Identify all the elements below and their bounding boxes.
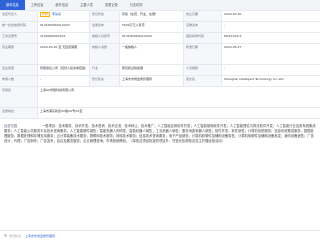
value-legal-rep: 存续 李某某 [38,11,90,21]
value-insured: - [38,76,90,86]
tab-members[interactable]: 主要人员 [74,0,99,10]
table-row: 法定代表人 存续 李某某 登记状态 存续（在营、开业、在册） 成立日期 2020-… [0,11,320,22]
table-row: 注册地址 上海市浦东新区XX路XX号XX室 [0,108,320,119]
footer-row: 登记机关 上海市市场监督管理局 [0,230,320,240]
value-industry: 研究和试验发展 [120,65,184,75]
label-insured: 参保人数 [0,76,38,86]
tab-business[interactable]: 工商信息 [25,0,50,10]
label-paid-capital: 实缴资本 [184,22,222,32]
value-tax-id: 91310000MA1XXXX [120,33,184,43]
value-business-scope: 一般项目：技术服务、技术开发、技术咨询、技术交流、技术转让、技术推广；人工智能应… [4,124,316,143]
value-credit-code: 91310000MA1XXXX [38,22,90,32]
value-english-name: Shanghai Intelligent Technology Co.,Ltd. [224,77,285,81]
label-legal-rep: 法定代表人 [0,11,38,21]
value-found-date: 2020-03-20 [224,12,242,16]
label-former-name: 曾用名 [0,87,38,107]
tab-shareholders[interactable]: 股东信息 [50,0,75,10]
info-grid: 法定代表人 存续 李某某 登记状态 存续（在营、开业、在册） 成立日期 2020-… [0,10,320,119]
label-term: 营业期限 [0,44,38,64]
tab-changes[interactable]: 变更记录 [99,0,124,10]
table-row: 参保人数 - 登记机关 上海市市场监督管理局 英文名 Shanghai Inte… [0,76,320,87]
label-reg-no: 工商注册号 [0,33,38,43]
value-address: 上海市浦东新区XX路XX号XX室 [40,109,83,113]
tab-branches[interactable]: 分支机构 [124,0,149,10]
label-tax-id: 纳税人识别号 [90,33,120,43]
table-row: 营业期限 2020-03-20 至 无固定期限 纳税人资质 一般纳税人 核准日期… [0,44,320,65]
label-address: 注册地址 [0,108,38,118]
value-reg-no: 310000000XXXX [38,33,90,43]
value-company-type: 有限责任公司（自然人投资或控股） [38,65,90,75]
info-icon [4,234,7,237]
value-term: 2020-03-20 至 无固定期限 [38,44,90,64]
value-reg-authority: 上海市市场监督管理局 [120,76,184,86]
label-english-name: 英文名 [184,76,222,86]
footer-label: 登记机关 [9,233,22,238]
label-staff-size: 人员规模 [184,65,222,75]
value-staff-size: - [224,66,226,70]
label-org-code: 组织机构代码 [184,33,222,43]
tab-basic[interactable]: 基本信息 [0,0,25,10]
table-row: 企业类型 有限责任公司（自然人投资或控股） 行业 研究和试验发展 人员规模 - [0,65,320,76]
status-badge: 存续 [40,12,51,17]
business-scope: 经营范围 一般项目：技术服务、技术开发、技术咨询、技术交流、技术转让、技术推广；… [0,122,320,230]
label-credit-code: 统一社会信用代码 [0,22,38,32]
value-org-code: MA1XXXX-X [224,34,242,38]
value-paid-capital: - [224,23,226,27]
value-former-name: 上海XX智能科技有限公司 [40,88,75,92]
footer-link[interactable]: 上海市市场监督管理局 [25,234,55,238]
legal-rep-link[interactable]: 李某某 [52,12,61,16]
table-row: 统一社会信用代码 91310000MA1XXXX 注册资本 5000万元人民币 … [0,22,320,33]
label-industry: 行业 [90,65,120,75]
label-status: 登记状态 [90,11,120,21]
label-reg-authority: 登记机关 [90,76,120,86]
label-tax-qual: 纳税人资质 [90,44,120,64]
value-approve-date: 2023-05-27 [224,45,242,49]
value-reg-capital: 5000万元人民币 [120,22,184,32]
label-approve-date: 核准日期 [184,44,222,64]
label-reg-capital: 注册资本 [90,22,120,32]
label-company-type: 企业类型 [0,65,38,75]
table-row: 工商注册号 310000000XXXX 纳税人识别号 91310000MA1XX… [0,33,320,44]
label-found-date: 成立日期 [184,11,222,21]
value-status: 存续（在营、开业、在册） [120,11,184,21]
value-tax-qual: 一般纳税人 [120,44,184,64]
table-row: 曾用名 上海XX智能科技有限公司 [0,87,320,108]
